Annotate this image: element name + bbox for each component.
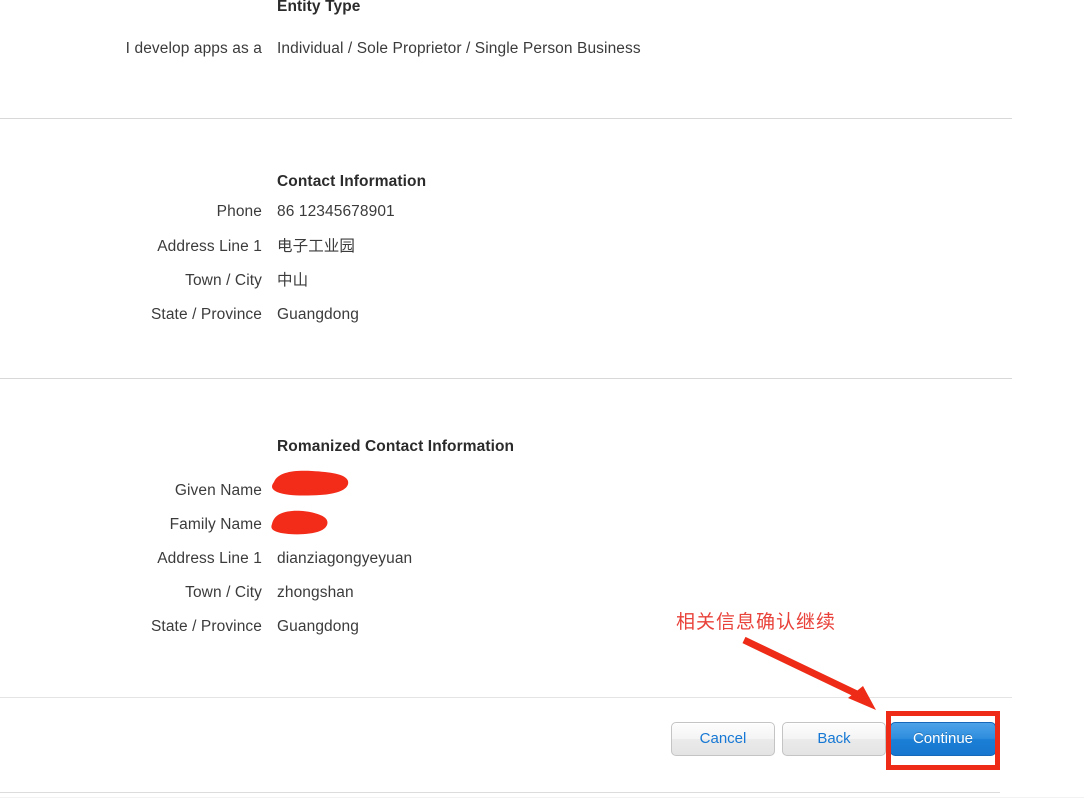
contact-information-heading: Contact Information — [277, 173, 427, 190]
field-label-develop-apps-as-a: I develop apps as a — [125, 40, 262, 57]
field-value-romanized-state-province: Guangdong — [277, 618, 359, 635]
field-label-address-line-1: Address Line 1 — [157, 238, 262, 255]
field-label-phone: Phone — [216, 203, 262, 220]
field-label-state-province: State / Province — [150, 306, 262, 323]
field-label-family-name: Family Name — [169, 516, 262, 533]
section-divider-contact-information — [0, 378, 1012, 379]
contact-information-heading-row: Contact Information — [0, 171, 1012, 193]
section-divider-entity-type — [0, 118, 1012, 119]
field-value-state-province: Guangdong — [277, 306, 359, 323]
field-value-romanized-address-line-1: dianziagongyeyuan — [277, 550, 413, 567]
field-row-address-line-1: Address Line 1 电子工业园 — [0, 236, 1012, 258]
field-value-romanized-town-city: zhongshan — [277, 584, 354, 601]
annotation-note-text: 相关信息确认继续 — [676, 611, 837, 633]
field-row-romanized-address-line-1: Address Line 1 dianziagongyeyuan — [0, 548, 1012, 570]
field-row-develop-apps-as-a: I develop apps as a Individual / Sole Pr… — [0, 38, 1012, 60]
field-value-address-line-1: 电子工业园 — [277, 238, 356, 255]
field-row-romanized-state-province: State / Province Guangdong — [0, 616, 1012, 638]
back-button[interactable]: Back — [782, 722, 886, 756]
section-divider-romanized — [0, 697, 1012, 698]
field-row-romanized-town-city: Town / City zhongshan — [0, 582, 1012, 604]
field-label-romanized-state-province: State / Province — [150, 618, 262, 635]
footer-divider-secondary — [0, 797, 1084, 798]
entity-type-heading: Entity Type — [277, 0, 361, 15]
page-root: Entity Type I develop apps as a Individu… — [0, 0, 1084, 800]
continue-button[interactable]: Continue — [890, 722, 996, 756]
field-label-romanized-town-city: Town / City — [185, 584, 262, 601]
field-row-phone: Phone 86 12345678901 — [0, 201, 1012, 223]
field-label-town-city: Town / City — [185, 272, 262, 289]
field-value-town-city: 中山 — [277, 272, 309, 289]
romanized-contact-information-heading: Romanized Contact Information — [277, 438, 515, 455]
button-bar: Cancel Back Continue — [0, 722, 1012, 762]
annotation-arrow-icon — [742, 636, 876, 710]
field-row-town-city: Town / City 中山 — [0, 270, 1012, 292]
field-row-state-province: State / Province Guangdong — [0, 304, 1012, 326]
field-value-develop-apps-as-a: Individual / Sole Proprietor / Single Pe… — [277, 40, 641, 57]
field-row-given-name: Given Name — [0, 480, 1012, 502]
field-row-family-name: Family Name — [0, 514, 1012, 536]
field-label-romanized-address-line-1: Address Line 1 — [157, 550, 262, 567]
field-value-phone: 86 12345678901 — [277, 203, 395, 220]
romanized-contact-information-heading-row: Romanized Contact Information — [0, 436, 1012, 458]
entity-type-heading-row: Entity Type — [0, 0, 1012, 18]
cancel-button[interactable]: Cancel — [671, 722, 775, 756]
footer-divider — [0, 792, 1000, 793]
field-label-given-name: Given Name — [174, 482, 262, 499]
